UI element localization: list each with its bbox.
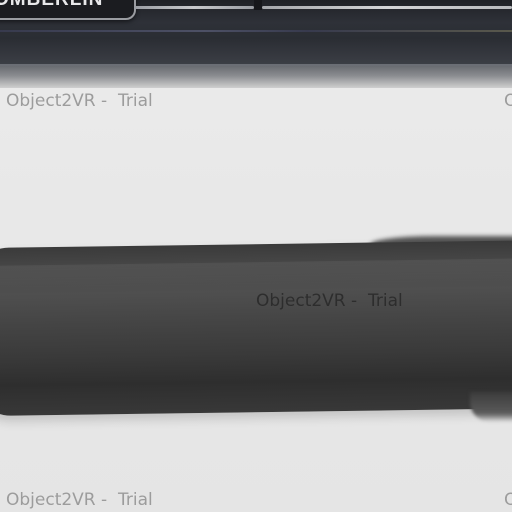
chrome-rail-gap	[254, 0, 262, 10]
object-barrel-bottom-edge	[470, 392, 512, 422]
object-bevel-line	[0, 30, 512, 32]
trial-watermark: O	[504, 91, 512, 111]
chrome-rail-right	[262, 6, 512, 9]
brand-logo-text: OMBERLIN	[0, 0, 103, 10]
trial-watermark: O	[504, 490, 512, 510]
trial-watermark: Object2VR - Trial	[256, 291, 403, 311]
chrome-rail-left	[134, 6, 254, 9]
brand-plate: OMBERLIN	[0, 0, 136, 20]
trial-watermark: Object2VR - Trial	[6, 91, 153, 111]
trial-watermark: Object2VR - Trial	[6, 490, 153, 510]
object-top-body: OMBERLIN	[0, 0, 512, 88]
product-viewer-canvas[interactable]: OMBERLIN Object2VR - Trial O Object2VR -…	[0, 0, 512, 512]
